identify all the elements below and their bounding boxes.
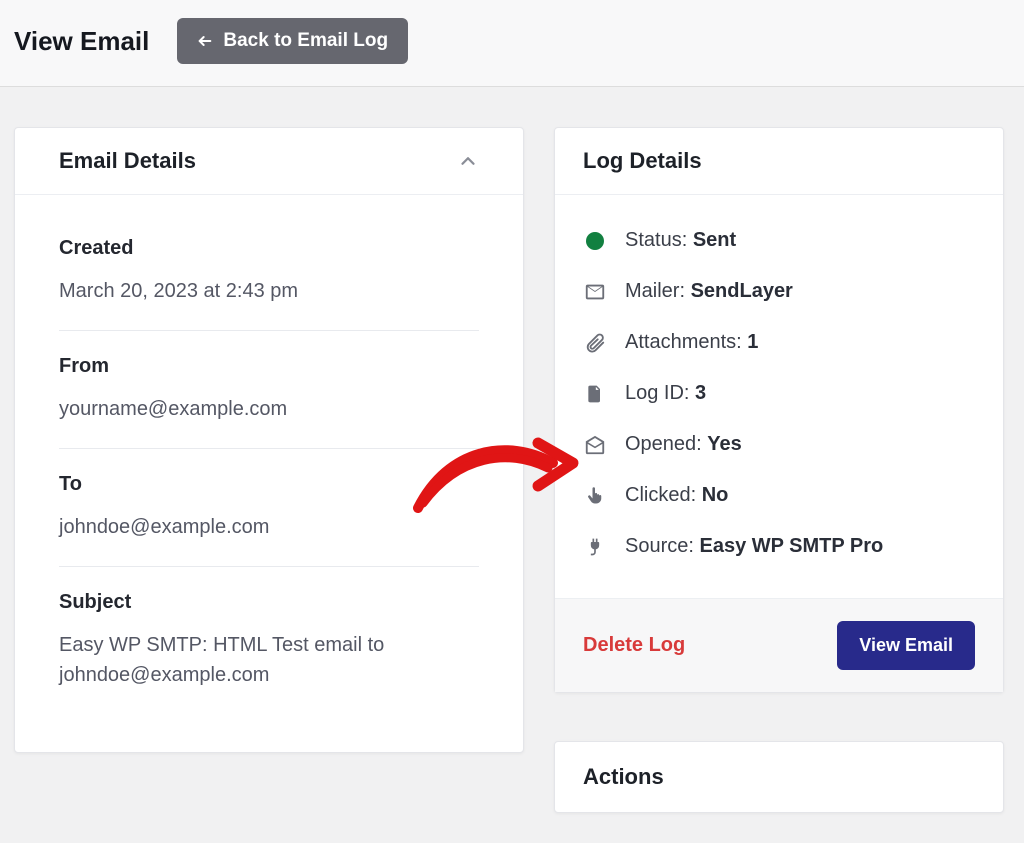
attachments-label: Attachments: <box>625 331 742 353</box>
page-title: View Email <box>14 26 149 57</box>
log-row-mailer: Mailer: SendLayer <box>583 266 975 317</box>
log-details-card: Log Details Status: Sent Mailer: SendLay… <box>554 127 1004 693</box>
from-value: yourname@example.com <box>59 394 479 424</box>
log-footer: Delete Log View Email <box>555 598 1003 692</box>
pointer-icon <box>583 485 607 507</box>
back-to-email-log-button[interactable]: Back to Email Log <box>177 18 408 64</box>
log-row-status: Status: Sent <box>583 215 975 266</box>
clicked-value: No <box>702 484 729 506</box>
source-value: Easy WP SMTP Pro <box>700 535 884 557</box>
plug-icon <box>583 536 607 558</box>
content-area: Email Details Created March 20, 2023 at … <box>0 87 1024 813</box>
field-from: From yourname@example.com <box>59 331 479 449</box>
created-value: March 20, 2023 at 2:43 pm <box>59 276 479 306</box>
envelope-icon <box>583 281 607 303</box>
field-subject: Subject Easy WP SMTP: HTML Test email to… <box>59 567 479 714</box>
email-details-header[interactable]: Email Details <box>15 128 523 195</box>
log-details-body: Status: Sent Mailer: SendLayer Attachmen… <box>555 195 1003 598</box>
subject-value: Easy WP SMTP: HTML Test email to johndoe… <box>59 630 479 690</box>
field-to: To johndoe@example.com <box>59 449 479 567</box>
log-row-clicked: Clicked: No <box>583 470 975 521</box>
from-label: From <box>59 355 479 378</box>
subject-label: Subject <box>59 591 479 614</box>
actions-card: Actions <box>554 741 1004 813</box>
opened-label: Opened: <box>625 433 702 455</box>
page-header: View Email Back to Email Log <box>0 0 1024 87</box>
logid-value: 3 <box>695 382 706 404</box>
status-label: Status: <box>625 229 687 251</box>
email-details-card: Email Details Created March 20, 2023 at … <box>14 127 524 753</box>
log-row-source: Source: Easy WP SMTP Pro <box>583 521 975 572</box>
email-details-title: Email Details <box>59 148 196 174</box>
view-email-button[interactable]: View Email <box>837 621 975 670</box>
paperclip-icon <box>583 332 607 354</box>
actions-title: Actions <box>583 764 664 790</box>
log-row-opened: Opened: Yes <box>583 419 975 470</box>
back-button-label: Back to Email Log <box>223 30 388 52</box>
mailer-label: Mailer: <box>625 280 685 302</box>
log-details-title: Log Details <box>583 148 702 174</box>
envelope-open-icon <box>583 434 607 456</box>
to-label: To <box>59 473 479 496</box>
logid-label: Log ID: <box>625 382 689 404</box>
created-label: Created <box>59 237 479 260</box>
clicked-label: Clicked: <box>625 484 696 506</box>
log-details-header: Log Details <box>555 128 1003 195</box>
log-row-attachments: Attachments: 1 <box>583 317 975 368</box>
source-label: Source: <box>625 535 694 557</box>
mailer-value: SendLayer <box>691 280 793 302</box>
status-value: Sent <box>693 229 736 251</box>
actions-header: Actions <box>555 742 1003 812</box>
opened-value: Yes <box>707 433 741 455</box>
file-icon <box>583 383 607 405</box>
to-value: johndoe@example.com <box>59 512 479 542</box>
chevron-up-icon <box>457 150 479 172</box>
arrow-left-icon <box>197 33 213 49</box>
field-created: Created March 20, 2023 at 2:43 pm <box>59 213 479 331</box>
log-row-logid: Log ID: 3 <box>583 368 975 419</box>
delete-log-button[interactable]: Delete Log <box>583 634 685 657</box>
right-column: Log Details Status: Sent Mailer: SendLay… <box>554 127 1004 813</box>
email-details-body: Created March 20, 2023 at 2:43 pm From y… <box>15 195 523 752</box>
status-dot-icon <box>583 232 607 250</box>
attachments-value: 1 <box>747 331 758 353</box>
